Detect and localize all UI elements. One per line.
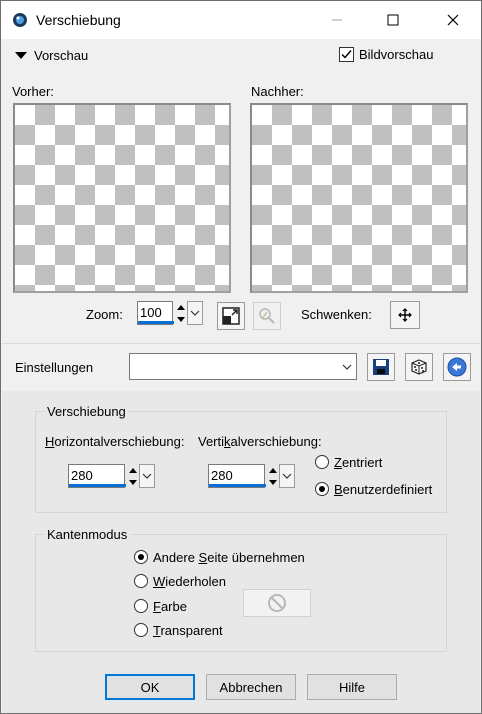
arrow-up-icon xyxy=(176,304,185,310)
reset-arrow-icon xyxy=(447,357,467,377)
repeat-label: Wiederholen xyxy=(153,574,226,589)
after-label: Nachher: xyxy=(251,84,304,99)
arrow-down-icon xyxy=(268,479,277,485)
zoom-label: Zoom: xyxy=(86,307,123,322)
horizontal-up-button[interactable] xyxy=(126,464,139,476)
horizontal-spinner[interactable] xyxy=(126,464,139,488)
app-icon xyxy=(13,13,27,27)
preset-dropdown-button[interactable] xyxy=(338,354,356,379)
close-button[interactable] xyxy=(429,1,477,39)
other-side-label: Andere Seite übernehmen xyxy=(153,550,305,565)
horizontal-input[interactable]: 280 xyxy=(68,464,126,488)
zoom-value: 100 xyxy=(140,305,162,320)
preview-toggle[interactable]: Vorschau xyxy=(15,48,88,63)
vertical-dropdown-button[interactable] xyxy=(279,464,295,488)
pan-button[interactable] xyxy=(390,301,420,329)
transparent-label: Transparent xyxy=(153,623,223,638)
shift-group-title: Verschiebung xyxy=(44,404,129,419)
horizontal-dropdown-button[interactable] xyxy=(139,464,155,488)
no-color-icon xyxy=(268,594,286,612)
close-icon xyxy=(447,14,459,26)
checkbox-checked-icon[interactable] xyxy=(339,47,354,62)
random-button[interactable] xyxy=(405,353,433,381)
horizontal-value: 280 xyxy=(71,468,93,483)
zoom-fit-icon xyxy=(222,307,240,325)
zoom-input[interactable]: 100 xyxy=(137,301,174,325)
vertical-bar xyxy=(209,484,266,487)
zoom-dropdown-button[interactable] xyxy=(187,301,203,325)
zoom-spinner[interactable] xyxy=(174,301,187,325)
move-cross-icon xyxy=(398,308,412,322)
collapse-arrow-icon xyxy=(15,51,27,59)
minimize-icon xyxy=(332,19,342,21)
radio-centered[interactable] xyxy=(315,455,329,469)
dialog-window: Verschiebung Vorschau Bildvorschau Vorhe… xyxy=(0,0,482,714)
chevron-down-icon xyxy=(142,473,152,479)
magnifier-disabled-icon xyxy=(259,308,275,324)
vertical-down-button[interactable] xyxy=(266,476,279,488)
shift-group xyxy=(35,411,447,513)
radio-transparent[interactable] xyxy=(134,623,148,637)
vertical-value: 280 xyxy=(211,468,233,483)
horizontal-bar xyxy=(69,484,126,487)
preset-combobox[interactable] xyxy=(129,353,357,380)
preview-section-label: Vorschau xyxy=(34,48,89,63)
chevron-down-icon xyxy=(282,473,292,479)
vertical-up-button[interactable] xyxy=(266,464,279,476)
reset-button[interactable] xyxy=(443,353,471,381)
save-disk-icon xyxy=(373,359,389,375)
custom-label: Benutzerdefiniert xyxy=(334,482,433,497)
preview-checkbox-label: Bildvorschau xyxy=(359,47,434,62)
arrow-up-icon xyxy=(268,467,277,473)
dice-icon xyxy=(411,359,427,375)
arrow-up-icon xyxy=(128,467,137,473)
zoom-bar xyxy=(138,321,174,324)
maximize-button[interactable] xyxy=(369,1,417,39)
radio-color[interactable] xyxy=(134,599,148,613)
zoom-fit-button[interactable] xyxy=(217,302,245,330)
centered-label: Zentriert xyxy=(334,455,383,470)
color-swatch-button[interactable] xyxy=(243,589,311,617)
chevron-down-icon xyxy=(342,364,352,370)
zoom-down-button[interactable] xyxy=(174,313,187,325)
arrow-down-icon xyxy=(176,316,185,322)
horizontal-down-button[interactable] xyxy=(126,476,139,488)
ok-button[interactable]: OK xyxy=(105,674,195,700)
horizontal-label: Horizontalverschiebung: xyxy=(45,434,185,449)
cancel-button[interactable]: Abbrechen xyxy=(206,674,296,700)
arrow-down-icon xyxy=(128,479,137,485)
save-preset-button[interactable] xyxy=(367,353,395,381)
after-preview[interactable] xyxy=(250,103,468,293)
radio-custom[interactable] xyxy=(315,482,329,496)
zoom-magnifier-button[interactable] xyxy=(253,302,281,330)
zoom-up-button[interactable] xyxy=(174,301,187,313)
color-label: Farbe xyxy=(153,599,187,614)
vertical-input[interactable]: 280 xyxy=(208,464,266,488)
before-preview[interactable] xyxy=(13,103,231,293)
title-bar[interactable]: Verschiebung xyxy=(1,1,481,39)
maximize-icon xyxy=(387,14,399,26)
vertical-label: Vertikalverschiebung: xyxy=(198,434,322,449)
pan-label: Schwenken: xyxy=(301,307,372,322)
window-title: Verschiebung xyxy=(36,12,121,28)
radio-other-side[interactable] xyxy=(134,550,148,564)
divider xyxy=(2,343,480,344)
edge-group-title: Kantenmodus xyxy=(44,527,131,542)
help-button[interactable]: Hilfe xyxy=(307,674,397,700)
vertical-spinner[interactable] xyxy=(266,464,279,488)
before-label: Vorher: xyxy=(12,84,54,99)
settings-label: Einstellungen xyxy=(15,360,94,375)
radio-repeat[interactable] xyxy=(134,574,148,588)
preview-checkbox[interactable]: Bildvorschau xyxy=(339,47,433,62)
chevron-down-icon xyxy=(190,310,200,316)
minimize-button[interactable] xyxy=(313,1,361,39)
